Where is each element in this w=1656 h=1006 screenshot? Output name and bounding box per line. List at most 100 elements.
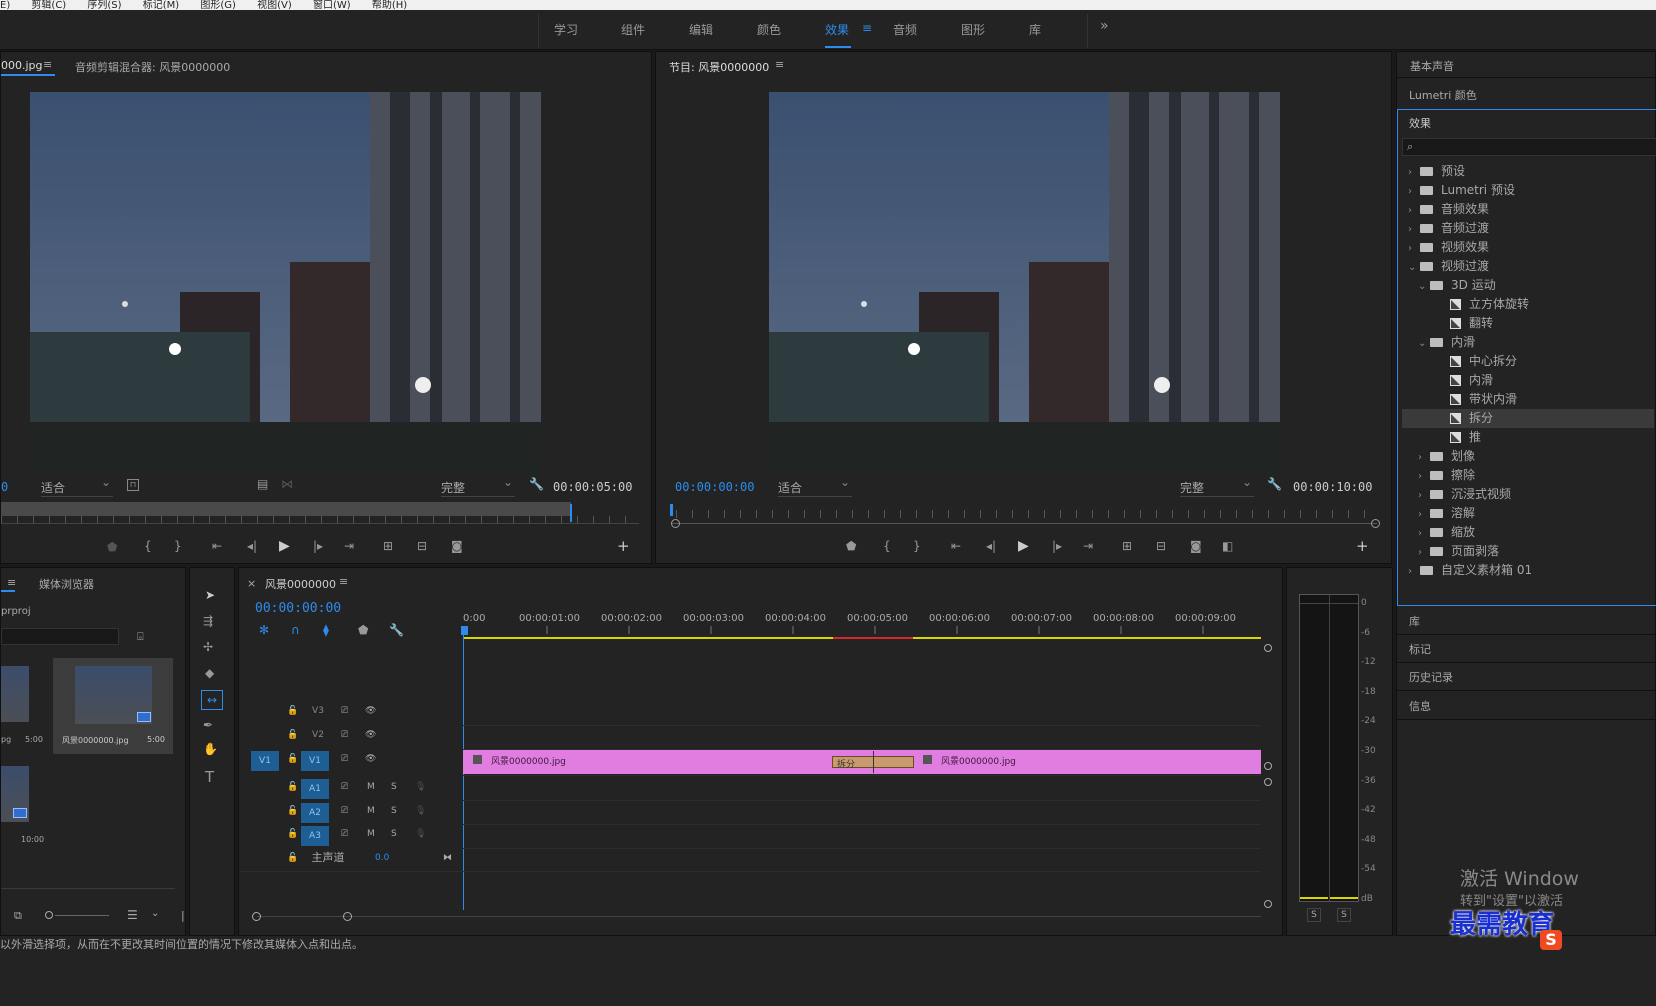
menu-graphics[interactable]: 图形(G) (200, 1, 236, 11)
zoom-slider-handle[interactable] (45, 911, 53, 919)
eye-icon[interactable]: 👁 (365, 727, 376, 743)
lock-icon[interactable]: 🔓 (287, 803, 298, 819)
effect-item[interactable]: 拆分 (1402, 409, 1654, 428)
effect-folder[interactable]: › 自定义素材箱 01 (1402, 561, 1654, 580)
sync-lock-icon[interactable]: ⎚ (341, 803, 348, 819)
program-go-to-in-icon[interactable]: ⇤ (951, 539, 961, 553)
effect-folder[interactable]: ⌄ 内滑 (1402, 333, 1654, 352)
workspace-learn[interactable]: 学习 (554, 21, 578, 38)
audio-scroll-handle-bottom[interactable] (1264, 900, 1272, 908)
menu-sequence[interactable]: 序列(S) (87, 1, 121, 11)
mute-button[interactable]: M (367, 803, 375, 819)
linked-selection-icon[interactable]: ⧫ (323, 623, 329, 637)
effect-folder[interactable]: › 缩放 (1402, 523, 1654, 542)
program-mark-in-icon[interactable]: { (883, 539, 891, 553)
ripple-edit-tool-icon[interactable]: ✢ (203, 640, 213, 654)
program-monitor-title[interactable]: 节目: 风景0000000 (669, 59, 769, 75)
program-time-ruler[interactable] (676, 510, 1376, 518)
nest-toggle-icon[interactable]: ✻ (259, 623, 269, 637)
add-marker-icon[interactable]: ⬟ (358, 623, 368, 637)
more-icon[interactable]: | (181, 909, 185, 922)
sync-lock-icon[interactable]: ⎚ (341, 779, 348, 795)
effect-folder[interactable]: › 划像 (1402, 447, 1654, 466)
project-item[interactable]: 风景0000000.jpg 5:00 (53, 658, 173, 754)
video-scroll-handle-top[interactable] (1264, 644, 1272, 652)
info-tab[interactable]: 信息 (1409, 698, 1431, 714)
menu-edit[interactable]: E) (0, 1, 10, 11)
program-export-frame-icon[interactable]: ◙ (1190, 539, 1202, 553)
voiceover-mic-icon[interactable]: 🎙 (415, 779, 426, 795)
solo-left-button[interactable]: S (1307, 908, 1321, 922)
source-play-icon[interactable]: ▶ (279, 538, 290, 554)
source-overlay-icon[interactable]: ▤ (257, 477, 268, 491)
source-settings-wrench-icon[interactable]: 🔧 (529, 477, 544, 491)
effect-folder[interactable]: › 沉浸式视频 (1402, 485, 1654, 504)
chevron-right-icon[interactable]: › (1408, 243, 1420, 254)
pen-tool-icon[interactable]: ✒ (203, 718, 213, 732)
effect-item[interactable]: 带状内滑 (1402, 390, 1654, 409)
solo-button[interactable]: S (391, 826, 397, 842)
lock-icon[interactable]: 🔓 (287, 779, 298, 795)
sort-icon[interactable]: ☰ (127, 908, 138, 922)
project-search-input[interactable] (1, 628, 119, 645)
workspace-effects[interactable]: 效果 (825, 21, 849, 38)
media-browser-tab[interactable]: 媒体浏览器 (39, 576, 94, 592)
source-insert-icon[interactable]: ⊞ (383, 539, 393, 553)
razor-tool-icon[interactable]: ◆ (205, 666, 214, 680)
sync-lock-icon[interactable]: ⎚ (341, 751, 348, 767)
mute-button[interactable]: M (367, 826, 375, 842)
menu-clip[interactable]: 剪辑(C) (31, 1, 66, 11)
chevron-right-icon[interactable]: › (1408, 566, 1420, 577)
program-mark-out-icon[interactable]: } (913, 539, 921, 553)
solo-button[interactable]: S (391, 803, 397, 819)
history-tab[interactable]: 历史记录 (1409, 669, 1453, 685)
transition-split[interactable]: 拆分 (832, 751, 914, 773)
timeline-timecode[interactable]: 00:00:00:00 (255, 601, 341, 616)
source-time-ruler[interactable] (1, 516, 639, 524)
sync-lock-icon[interactable]: ⎚ (341, 826, 348, 842)
program-quality-dropdown[interactable]: 完整 (1180, 475, 1254, 497)
effect-item[interactable]: 立方体旋转 (1402, 295, 1654, 314)
slip-tool-icon[interactable]: ↔ (201, 690, 223, 710)
source-zoom-scrollbar[interactable] (1, 502, 571, 516)
timeline-horizontal-scrollbar[interactable] (257, 916, 1261, 917)
timeline-settings-wrench-icon[interactable]: 🔧 (389, 623, 404, 637)
effect-folder[interactable]: › 音频效果 (1402, 200, 1654, 219)
program-play-icon[interactable]: ▶ (1018, 538, 1029, 554)
workspace-assembly[interactable]: 组件 (621, 21, 645, 38)
program-lift-icon[interactable]: ⊞ (1122, 539, 1132, 553)
source-fit-dropdown[interactable]: 适合 (41, 475, 113, 497)
chevron-down-icon[interactable]: ⌄ (1418, 338, 1430, 349)
zoom-slider[interactable] (55, 915, 109, 916)
effect-item[interactable]: 中心拆分 (1402, 352, 1654, 371)
snap-icon[interactable]: ∩ (291, 623, 300, 637)
lumetri-color-tab[interactable]: Lumetri 颜色 (1409, 87, 1477, 103)
effect-folder[interactable]: › Lumetri 预设 (1402, 181, 1654, 200)
chevron-right-icon[interactable]: › (1408, 167, 1420, 178)
chevron-right-icon[interactable]: › (1418, 452, 1430, 463)
chevron-right-icon[interactable]: › (1408, 224, 1420, 235)
video-scroll-handle-bottom[interactable] (1264, 762, 1272, 770)
program-go-to-out-icon[interactable]: ⇥ (1083, 539, 1093, 553)
hand-tool-icon[interactable]: ✋ (203, 742, 218, 756)
close-sequence-icon[interactable]: × (247, 577, 256, 590)
effect-folder[interactable]: › 擦除 (1402, 466, 1654, 485)
source-step-back-icon[interactable]: ◂| (247, 539, 257, 553)
menu-marker[interactable]: 标记(M) (143, 1, 179, 11)
source-quality-dropdown[interactable]: 完整 (441, 475, 515, 497)
chevron-right-icon[interactable]: › (1418, 509, 1430, 520)
source-playhead-timecode[interactable]: 0 (1, 480, 8, 494)
effect-item[interactable]: 翻转 (1402, 314, 1654, 333)
workspace-audio[interactable]: 音频 (893, 21, 917, 38)
workspace-color[interactable]: 颜色 (757, 21, 781, 38)
source-mark-in-icon[interactable]: { (144, 539, 152, 553)
type-tool-icon[interactable]: T (205, 768, 214, 786)
source-go-to-out-icon[interactable]: ⇥ (344, 539, 354, 553)
timeline-zoom-left-handle[interactable] (252, 912, 261, 921)
chevron-right-icon[interactable]: › (1418, 547, 1430, 558)
source-overwrite-icon[interactable]: ⊟ (417, 539, 427, 553)
source-tab[interactable]: 000.jpg (1, 59, 43, 72)
go-to-out-icon[interactable]: ⧓ (443, 850, 452, 866)
program-extract-icon[interactable]: ⊟ (1156, 539, 1166, 553)
workspace-editing[interactable]: 编辑 (689, 21, 713, 38)
